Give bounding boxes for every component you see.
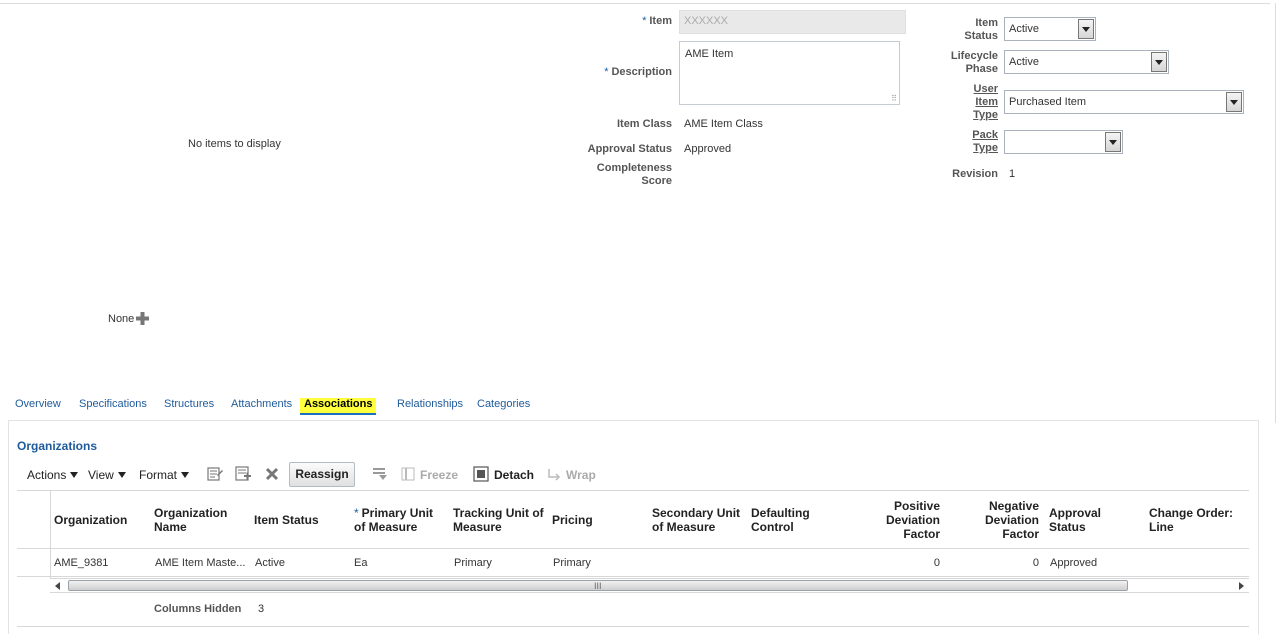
item-status-select[interactable]: Active xyxy=(1004,17,1096,41)
wrap-button: Wrap xyxy=(566,468,596,482)
item-field: XXXXXX xyxy=(679,10,906,34)
col-header-organization-name[interactable]: Organization Name xyxy=(154,506,227,534)
tab-overview[interactable]: Overview xyxy=(15,398,61,410)
format-menu[interactable]: Format xyxy=(139,468,190,482)
columns-hidden-label: Columns Hidden xyxy=(154,603,242,615)
freeze-icon xyxy=(401,467,415,481)
col-header-change-order-line[interactable]: Change Order: Line xyxy=(1149,506,1233,534)
footer-separator xyxy=(17,626,1249,627)
row-selector-column xyxy=(17,490,51,593)
tab-specifications[interactable]: Specifications xyxy=(79,398,147,410)
col-header-organization[interactable]: Organization xyxy=(54,513,127,527)
chevron-down-icon[interactable] xyxy=(1151,52,1167,72)
approval-status-value: Approved xyxy=(684,143,732,155)
empty-message: No items to display xyxy=(188,138,281,150)
row-separator xyxy=(17,576,1249,577)
col-header-tracking-uom[interactable]: Tracking Unit of Measure xyxy=(453,506,544,534)
user-item-type-label: User Item Type xyxy=(973,83,998,121)
scroll-grip-icon: III xyxy=(594,581,602,591)
col-header-negative-deviation[interactable]: Negative Deviation Factor xyxy=(949,499,1039,541)
chevron-down-icon[interactable] xyxy=(1226,92,1242,112)
required-marker: * xyxy=(604,66,609,78)
right-divider xyxy=(1275,3,1276,423)
required-marker: * xyxy=(354,506,359,520)
tab-attachments[interactable]: Attachments xyxy=(231,398,292,410)
user-item-type-select[interactable]: Purchased Item xyxy=(1004,90,1244,114)
cell-pricing: Primary xyxy=(553,557,591,569)
tab-categories[interactable]: Categories xyxy=(477,398,530,410)
lifecycle-phase-select[interactable]: Active xyxy=(1004,50,1169,74)
tab-structures[interactable]: Structures xyxy=(164,398,214,410)
col-header-primary-uom[interactable]: * Primary Unit of Measure xyxy=(354,506,433,534)
cell-item-status: Active xyxy=(255,557,285,569)
cell-positive-deviation: 0 xyxy=(933,557,940,569)
pack-type-select[interactable] xyxy=(1004,130,1123,154)
tab-relationships[interactable]: Relationships xyxy=(397,398,463,410)
col-header-defaulting-control[interactable]: Defaulting Control xyxy=(751,506,810,534)
scroll-right-icon[interactable] xyxy=(1239,582,1244,590)
pack-type-label: Pack Type xyxy=(972,129,998,154)
col-header-approval-status[interactable]: Approval Status xyxy=(1049,506,1101,534)
wrap-icon xyxy=(548,469,561,481)
cell-approval-status: Approved xyxy=(1050,557,1098,569)
col-header-positive-deviation[interactable]: Positive Deviation Factor xyxy=(850,499,940,541)
filter-icon[interactable] xyxy=(372,466,388,482)
revision-label: Revision xyxy=(952,168,998,180)
item-label: * Item xyxy=(642,15,672,27)
cell-organization: AME_9381 xyxy=(54,557,109,569)
chevron-down-icon xyxy=(70,472,79,478)
col-header-item-status[interactable]: Item Status xyxy=(254,513,319,527)
cell-tracking-uom: Primary xyxy=(454,557,492,569)
chevron-down-icon[interactable] xyxy=(1078,19,1094,39)
cell-organization-name: AME Item Maste... xyxy=(155,557,246,569)
tab-associations[interactable]: Associations xyxy=(300,398,377,415)
completeness-score-label: Completeness Score xyxy=(596,162,672,187)
chevron-down-icon xyxy=(181,472,190,478)
col-header-pricing[interactable]: Pricing xyxy=(552,513,593,527)
detach-icon[interactable] xyxy=(473,466,489,482)
reassign-button[interactable]: Reassign xyxy=(289,462,355,487)
revision-value: 1 xyxy=(1009,168,1016,180)
chevron-down-icon[interactable] xyxy=(1105,132,1121,152)
query-by-example-icon[interactable] xyxy=(207,466,223,482)
item-status-label: Item Status xyxy=(964,17,998,42)
resize-handle-icon[interactable]: ⠿ xyxy=(891,94,897,103)
required-marker: * xyxy=(642,15,647,27)
approval-status-label: Approval Status xyxy=(587,143,672,155)
description-label: * Description xyxy=(604,66,672,78)
organizations-title: Organizations xyxy=(17,439,98,453)
chevron-down-icon xyxy=(117,472,126,478)
item-class-value: AME Item Class xyxy=(684,118,763,130)
add-icon[interactable] xyxy=(136,312,149,325)
none-label: None xyxy=(108,313,135,325)
lifecycle-phase-label: Lifecycle Phase xyxy=(950,50,998,75)
detach-button[interactable]: Detach xyxy=(494,468,534,482)
freeze-button: Freeze xyxy=(420,468,459,482)
col-header-secondary-uom[interactable]: Secondary Unit of Measure xyxy=(652,506,740,534)
columns-hidden-value: 3 xyxy=(258,603,265,615)
view-menu[interactable]: View xyxy=(88,468,126,482)
description-field[interactable]: AME Item ⠿ xyxy=(679,41,900,105)
cell-primary-uom: Ea xyxy=(354,557,368,569)
delete-icon[interactable] xyxy=(264,466,280,482)
add-row-icon[interactable] xyxy=(235,466,251,482)
item-class-label: Item Class xyxy=(616,118,672,130)
actions-menu[interactable]: Actions xyxy=(27,468,79,482)
header-separator xyxy=(17,548,1249,549)
scroll-left-icon[interactable] xyxy=(55,582,60,590)
top-divider xyxy=(0,3,1270,4)
grid-top-border xyxy=(17,490,1249,491)
cell-negative-deviation: 0 xyxy=(1032,557,1039,569)
